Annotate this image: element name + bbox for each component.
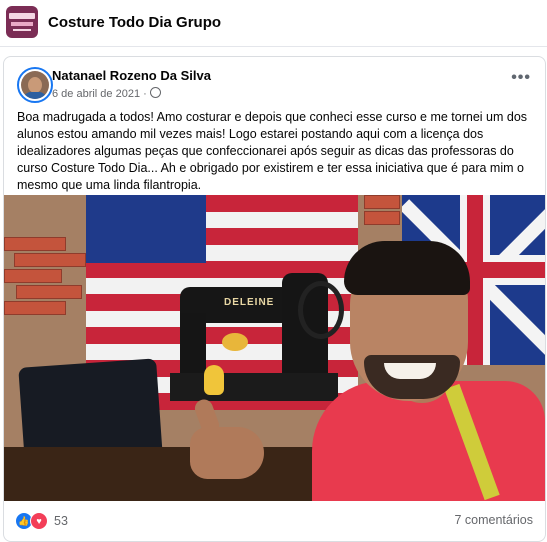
group-logo-icon[interactable] (6, 6, 38, 38)
machine-brand: DELEINE (224, 297, 275, 308)
toy-figure (204, 365, 224, 395)
post-text: Boa madrugada a todos! Amo costurar e de… (17, 110, 528, 192)
post-footer: 👍 ♥ 53 7 comentários (4, 501, 545, 541)
hand (190, 427, 264, 479)
group-header: Costure Todo Dia Grupo (0, 0, 547, 47)
person (304, 231, 545, 501)
reaction-count: 53 (54, 514, 68, 528)
post-author[interactable]: Natanael Rozeno Da Silva (52, 68, 211, 83)
reactions-summary[interactable]: 👍 ♥ 53 (15, 511, 68, 531)
post-date[interactable]: 6 de abril de 2021 (52, 88, 140, 100)
love-icon: ♥ (30, 512, 48, 530)
more-options-button[interactable]: ••• (511, 69, 531, 87)
avatar[interactable] (17, 67, 53, 103)
post-photo[interactable]: DELEINE (4, 195, 545, 501)
post-meta: 6 de abril de 2021 · (52, 86, 161, 100)
comments-count-link[interactable]: 7 comentários (454, 513, 533, 527)
meta-separator: · (143, 88, 147, 100)
globe-icon (149, 87, 161, 98)
group-title[interactable]: Costure Todo Dia Grupo (48, 14, 221, 31)
post-card: Natanael Rozeno Da Silva 6 de abril de 2… (3, 56, 546, 542)
